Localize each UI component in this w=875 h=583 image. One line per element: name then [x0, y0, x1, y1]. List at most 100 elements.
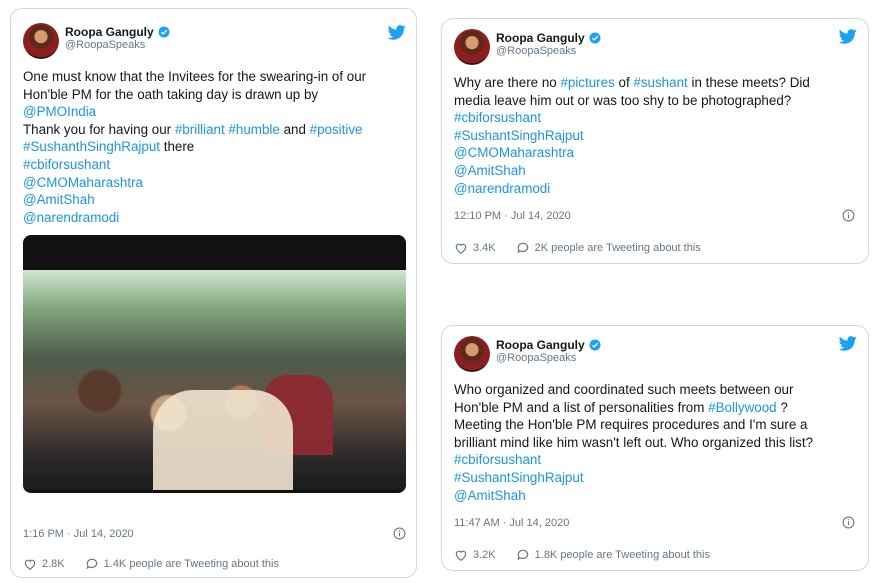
author-name[interactable]: Roopa Ganguly	[65, 25, 154, 39]
mention-link[interactable]: @narendramodi	[23, 210, 119, 225]
tweeting-count: 1.4K people are Tweeting about this	[103, 558, 279, 570]
verified-icon	[589, 32, 601, 44]
mention-link[interactable]: @CMOMaharashtra	[23, 175, 143, 190]
conversation-button[interactable]: 1.8K people are Tweeting about this	[516, 548, 710, 562]
tweet-line: @AmitShah	[454, 487, 813, 505]
verified-icon	[589, 339, 601, 351]
author-handle[interactable]: @RoopaSpeaks	[65, 39, 170, 52]
info-icon[interactable]	[393, 527, 406, 540]
hashtag-link[interactable]: #cbiforsushant	[454, 452, 541, 467]
author-name[interactable]: Roopa Ganguly	[496, 338, 585, 352]
tweet-author[interactable]: Roopa Ganguly @RoopaSpeaks	[65, 25, 170, 53]
tweet-text-segment: One must know that the Invitees for the …	[23, 69, 367, 84]
tweet-line: @AmitShah	[23, 191, 366, 209]
tweet-text-segment: in these meets? Did	[687, 75, 810, 90]
info-icon[interactable]	[842, 209, 855, 222]
twitter-bird-icon[interactable]	[388, 25, 406, 40]
tweet-line: @AmitShah	[454, 162, 810, 180]
like-count: 2.8K	[42, 558, 65, 570]
heart-icon	[455, 550, 467, 561]
hashtag-link[interactable]: #SushantSinghRajput	[454, 128, 584, 143]
tweet-line: @CMOMaharashtra	[454, 144, 810, 162]
tweet-timestamp[interactable]: 1:16 PM · Jul 14, 2020	[23, 528, 134, 540]
tweet-text-segment: Thank you for having our	[23, 121, 175, 137]
heart-icon	[24, 559, 36, 570]
twitter-bird-icon[interactable]	[839, 336, 857, 351]
tweet-text-segment: Why are there no	[454, 75, 561, 90]
like-button[interactable]: 2.8K	[23, 557, 65, 571]
avatar[interactable]	[23, 23, 59, 59]
tweeting-count: 2K people are Tweeting about this	[534, 242, 701, 254]
mention-link[interactable]: @AmitShah	[454, 488, 526, 503]
hashtag-link[interactable]: #SushanthSinghRajput	[23, 139, 160, 154]
hashtag-link[interactable]: #SushantSinghRajput	[454, 470, 584, 485]
tweet-line: @PMOIndia	[23, 103, 366, 121]
mention-link[interactable]: @AmitShah	[23, 192, 95, 207]
tweet-author[interactable]: Roopa Ganguly @RoopaSpeaks	[496, 31, 601, 59]
tweet-line: @CMOMaharashtra	[23, 174, 366, 192]
tweet-line: media leave him out or was too shy to be…	[454, 92, 810, 110]
tweet-text-segment: Hon'ble PM and a list of personalities f…	[454, 399, 709, 415]
hashtag-link[interactable]: #positive	[310, 122, 363, 137]
video-frame	[23, 270, 406, 490]
tweet-text: One must know that the Invitees for the …	[23, 68, 366, 226]
comment-icon	[86, 558, 97, 570]
author-handle[interactable]: @RoopaSpeaks	[496, 45, 601, 58]
tweet-author[interactable]: Roopa Ganguly @RoopaSpeaks	[496, 338, 601, 366]
tweet-text-segment: of	[614, 75, 634, 90]
tweet-text-segment: and	[279, 121, 310, 137]
tweet-card-1[interactable]: Roopa Ganguly @RoopaSpeaks One must know…	[10, 8, 417, 578]
tweet-card-3[interactable]: Roopa Ganguly @RoopaSpeaks Who organized…	[441, 325, 869, 571]
hashtag-link[interactable]: #cbiforsushant	[23, 157, 110, 172]
avatar[interactable]	[454, 29, 490, 65]
avatar[interactable]	[454, 336, 490, 372]
tweet-line: Meeting the Hon'ble PM requires procedur…	[454, 416, 813, 434]
tweet-line: #cbiforsushant	[454, 451, 813, 469]
mention-link[interactable]: @narendramodi	[454, 181, 550, 196]
tweet-line: Hon'ble PM for the oath taking day is dr…	[23, 86, 366, 104]
verified-icon	[158, 26, 170, 38]
tweet-text-segment: brilliant mind like him wasn't left out.…	[454, 434, 814, 450]
hashtag-link[interactable]: #pictures	[560, 75, 614, 90]
info-icon[interactable]	[842, 516, 855, 529]
tweet-text-segment: there	[160, 139, 195, 155]
mention-link[interactable]: @AmitShah	[454, 163, 526, 178]
heart-icon	[455, 243, 467, 254]
like-count: 3.2K	[473, 549, 496, 561]
tweeting-count: 1.8K people are Tweeting about this	[534, 549, 710, 561]
tweet-text-segment: ?	[776, 399, 788, 415]
hashtag-link[interactable]: #sushant	[633, 75, 687, 90]
author-handle[interactable]: @RoopaSpeaks	[496, 352, 601, 365]
conversation-button[interactable]: 1.4K people are Tweeting about this	[85, 557, 279, 571]
tweet-video[interactable]	[23, 235, 406, 493]
tweet-text-segment: Hon'ble PM for the oath taking day is dr…	[23, 86, 319, 102]
author-name[interactable]: Roopa Ganguly	[496, 31, 585, 45]
tweet-text-segment: Who organized and coordinated such meets…	[454, 382, 794, 397]
comment-icon	[517, 549, 528, 561]
tweet-timestamp[interactable]: 11:47 AM · Jul 14, 2020	[454, 517, 569, 529]
like-button[interactable]: 3.4K	[454, 241, 496, 255]
tweet-line: Thank you for having our #brilliant #hum…	[23, 121, 366, 139]
tweet-text-segment: media leave him out or was too shy to be…	[454, 92, 792, 108]
tweet-text: Why are there no #pictures of #sushant i…	[454, 74, 810, 197]
tweet-card-2[interactable]: Roopa Ganguly @RoopaSpeaks Why are there…	[441, 18, 869, 264]
tweet-line: #SushantSinghRajput	[454, 127, 810, 145]
tweet-text: Who organized and coordinated such meets…	[454, 381, 813, 504]
tweet-line: @narendramodi	[454, 180, 810, 198]
like-button[interactable]: 3.2K	[454, 548, 496, 562]
mention-link[interactable]: @CMOMaharashtra	[454, 145, 574, 160]
like-count: 3.4K	[473, 242, 496, 254]
tweet-timestamp[interactable]: 12:10 PM · Jul 14, 2020	[454, 210, 571, 222]
tweet-line: @narendramodi	[23, 209, 366, 227]
comment-icon	[517, 242, 528, 254]
twitter-bird-icon[interactable]	[839, 29, 857, 44]
mention-link[interactable]: @PMOIndia	[23, 104, 96, 119]
tweet-line: #cbiforsushant	[23, 156, 366, 174]
hashtag-link[interactable]: #brilliant	[175, 122, 225, 137]
hashtag-link[interactable]: #humble	[228, 122, 279, 137]
conversation-button[interactable]: 2K people are Tweeting about this	[516, 241, 701, 255]
hashtag-link[interactable]: #Bollywood	[708, 400, 776, 415]
hashtag-link[interactable]: #cbiforsushant	[454, 110, 541, 125]
tweet-line: brilliant mind like him wasn't left out.…	[454, 434, 813, 452]
tweet-line: #SushantSinghRajput	[454, 469, 813, 487]
